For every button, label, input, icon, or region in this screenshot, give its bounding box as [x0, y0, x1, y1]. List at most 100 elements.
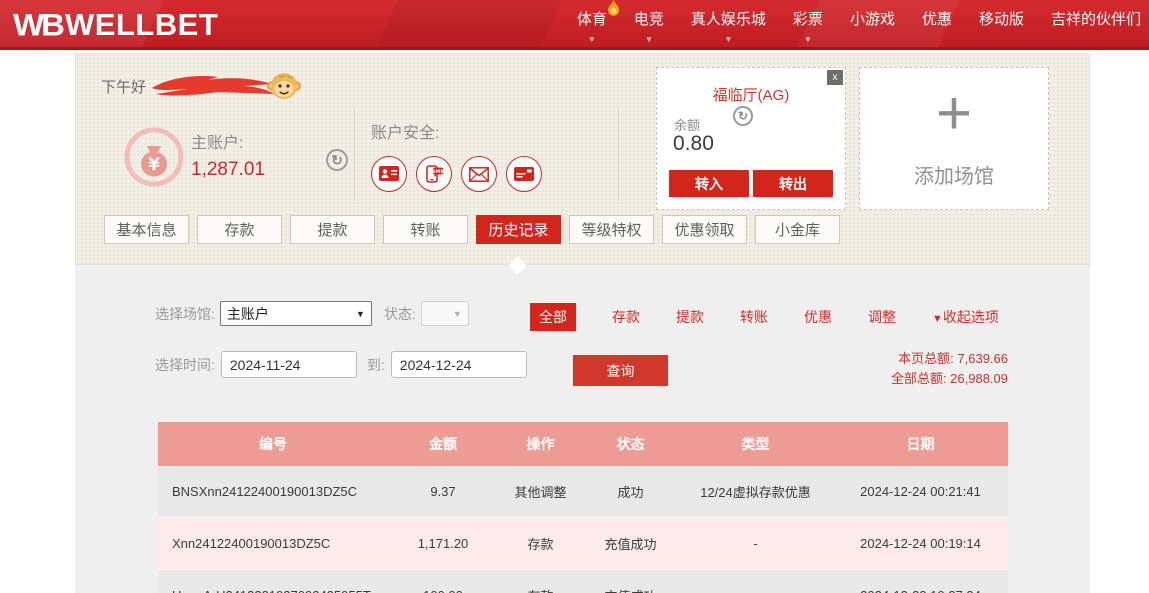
tab-1[interactable]: 存款	[197, 215, 282, 244]
greeting-text: 下午好	[101, 76, 146, 97]
table-cell: 2024-12-24 00:21:41	[833, 466, 1008, 517]
tab-5[interactable]: 等级特权	[569, 215, 654, 244]
date-to-input[interactable]	[391, 351, 527, 378]
flame-icon	[607, 0, 620, 17]
id-card-icon[interactable]	[371, 156, 407, 192]
nav-item-label: 真人娱乐城	[691, 11, 766, 28]
date-from-input[interactable]	[221, 351, 357, 378]
nav-item-4[interactable]: 小游戏▼	[850, 11, 895, 39]
time-filter-label: 选择时间:	[155, 355, 215, 375]
page-total: 本页总额: 7,639.66	[891, 349, 1008, 369]
collapse-options-link[interactable]: ▼收起选项	[932, 307, 999, 327]
security-icons: SMS	[371, 156, 542, 192]
transaction-type-tabs: 全部 存款 提款 转账 优惠 调整 ▼收起选项	[530, 303, 999, 331]
chevron-down-icon: ▼	[645, 31, 653, 39]
history-panel: 选择场馆: 主账户 ▼ 状态: ▼ 全部存款提款转账优惠调整▼收起选项 选择时间…	[75, 265, 1090, 593]
status-filter-label: 状态:	[384, 304, 416, 324]
transactions-table: 编号金额操作状态类型日期BNSXnn24122400190013DZ5C9.37…	[158, 422, 1008, 593]
brand-logo-text: WELLBET	[65, 7, 218, 43]
type-tab-3[interactable]: 转账	[740, 307, 768, 327]
table-cell: BNSXnn24122400190013DZ5C	[158, 466, 388, 517]
account-panel: 下午好 ¥ 主账户: 1,287.01 ↻ 账户安全: SMS x 福临厅(AG…	[75, 53, 1090, 265]
email-icon[interactable]	[461, 156, 497, 192]
table-cell: 其他调整	[498, 466, 583, 517]
type-tab-4[interactable]: 优惠	[804, 307, 832, 327]
table-cell: UnnnA-U2412231927092425955T	[158, 570, 388, 593]
type-tab-5[interactable]: 调整	[868, 307, 896, 327]
bank-card-icon[interactable]	[506, 156, 542, 192]
tab-3[interactable]: 转账	[383, 215, 468, 244]
nav-item-label: 优惠	[922, 11, 952, 28]
all-total: 全部总额: 26,988.09	[891, 369, 1008, 389]
table-header-cell: 编号	[158, 422, 388, 466]
table-header-cell: 金额	[388, 422, 498, 466]
nav-item-2[interactable]: 真人娱乐城 ▼	[691, 11, 766, 39]
tab-6[interactable]: 优惠领取	[662, 215, 747, 244]
table-cell: Xnn24122400190013DZ5C	[158, 518, 388, 569]
chevron-down-icon: ▼	[724, 31, 732, 39]
brand-logo[interactable]: WB WELLBET	[13, 6, 218, 44]
nav-item-6[interactable]: 移动版▼	[979, 11, 1024, 39]
tab-7[interactable]: 小金库	[755, 215, 840, 244]
sms-phone-icon[interactable]: SMS	[416, 156, 452, 192]
table-cell: 成功	[583, 466, 678, 517]
chevron-down-icon: ▼	[588, 31, 596, 39]
venue-select[interactable]: 主账户	[220, 301, 372, 326]
divider	[354, 109, 355, 201]
table-cell: -	[678, 518, 833, 569]
nav-item-1[interactable]: 电竞 ▼	[634, 11, 664, 39]
add-venue-label: 添加场馆	[860, 160, 1048, 189]
table-cell: 存款	[498, 518, 583, 569]
totals: 本页总额: 7,639.66 全部总额: 26,988.09	[891, 349, 1008, 389]
type-tab-1[interactable]: 存款	[612, 307, 640, 327]
nav-item-0[interactable]: 体育 ▼	[577, 11, 607, 39]
brand-logo-mark: WB	[13, 7, 62, 43]
venue-card-ag: x 福临厅(AG) 余额 ↻ 0.80 转入 转出	[656, 67, 846, 210]
table-cell: 12/24虚拟存款优惠	[678, 466, 833, 517]
main-account-summary: 主账户: 1,287.01	[191, 129, 265, 181]
table-cell: 2024-12-24 00:19:14	[833, 518, 1008, 569]
table-header-cell: 操作	[498, 422, 583, 466]
type-tab-2[interactable]: 提款	[676, 307, 704, 327]
chevron-down-icon: ▼	[932, 313, 943, 325]
transfer-out-button[interactable]: 转出	[753, 170, 833, 197]
main-account-label: 主账户:	[191, 129, 265, 153]
svg-text:SMS: SMS	[432, 169, 443, 175]
plus-icon: +	[860, 82, 1048, 146]
venue-filter-label: 选择场馆:	[155, 304, 215, 324]
nav-item-5[interactable]: 优惠▼	[922, 11, 952, 39]
query-button[interactable]: 查询	[573, 355, 668, 386]
tab-4[interactable]: 历史记录	[476, 215, 561, 244]
add-venue-card[interactable]: + 添加场馆	[859, 67, 1049, 210]
table-row: BNSXnn24122400190013DZ5C9.37其他调整成功12/24虚…	[158, 466, 1008, 518]
transfer-in-button[interactable]: 转入	[669, 170, 749, 197]
svg-text:¥: ¥	[148, 155, 160, 175]
refresh-venue-balance-button[interactable]: ↻	[733, 106, 753, 126]
account-security: 账户安全: SMS	[371, 119, 542, 192]
nav-item-7[interactable]: 吉祥的伙伴们▼	[1051, 11, 1141, 39]
account-tabs: 基本信息存款提款转账历史记录等级特权优惠领取小金库	[104, 215, 840, 244]
venue-balance: 0.80	[673, 132, 714, 156]
nav-item-label: 电竞	[634, 11, 664, 28]
table-header-cell: 类型	[678, 422, 833, 466]
account-security-label: 账户安全:	[371, 119, 542, 143]
main-nav: 体育 ▼ 电竞 ▼ 真人娱乐城 ▼ 彩票▼ 小游戏▼ 优惠▼ 移动版▼ 吉祥的伙伴们▼	[577, 0, 1145, 50]
censored-username-scribble	[148, 70, 280, 102]
nav-item-label: 体育	[577, 11, 607, 28]
filter-row-time: 选择时间: 到:	[155, 351, 527, 378]
top-navbar: WB WELLBET 体育 ▼ 电竞 ▼ 真人娱乐城 ▼ 彩票▼ 小游戏▼ 优惠▼ 移动版▼ 吉祥的…	[0, 0, 1149, 50]
table-cell: 2024-12-23 19:27:24	[833, 570, 1008, 593]
table-cell: -	[678, 570, 833, 593]
close-icon[interactable]: x	[827, 70, 843, 85]
tab-0[interactable]: 基本信息	[104, 215, 189, 244]
divider	[618, 109, 619, 201]
table-cell: 100.00	[388, 570, 498, 593]
nav-item-label: 小游戏	[850, 11, 895, 28]
type-tab-0[interactable]: 全部	[530, 303, 576, 331]
table-cell: 9.37	[388, 466, 498, 517]
tab-2[interactable]: 提款	[290, 215, 375, 244]
filter-row-venue: 选择场馆: 主账户 ▼ 状态: ▼	[155, 301, 469, 326]
table-header-cell: 日期	[833, 422, 1008, 466]
refresh-balance-button[interactable]: ↻	[326, 149, 348, 171]
nav-item-3[interactable]: 彩票▼	[793, 11, 823, 39]
